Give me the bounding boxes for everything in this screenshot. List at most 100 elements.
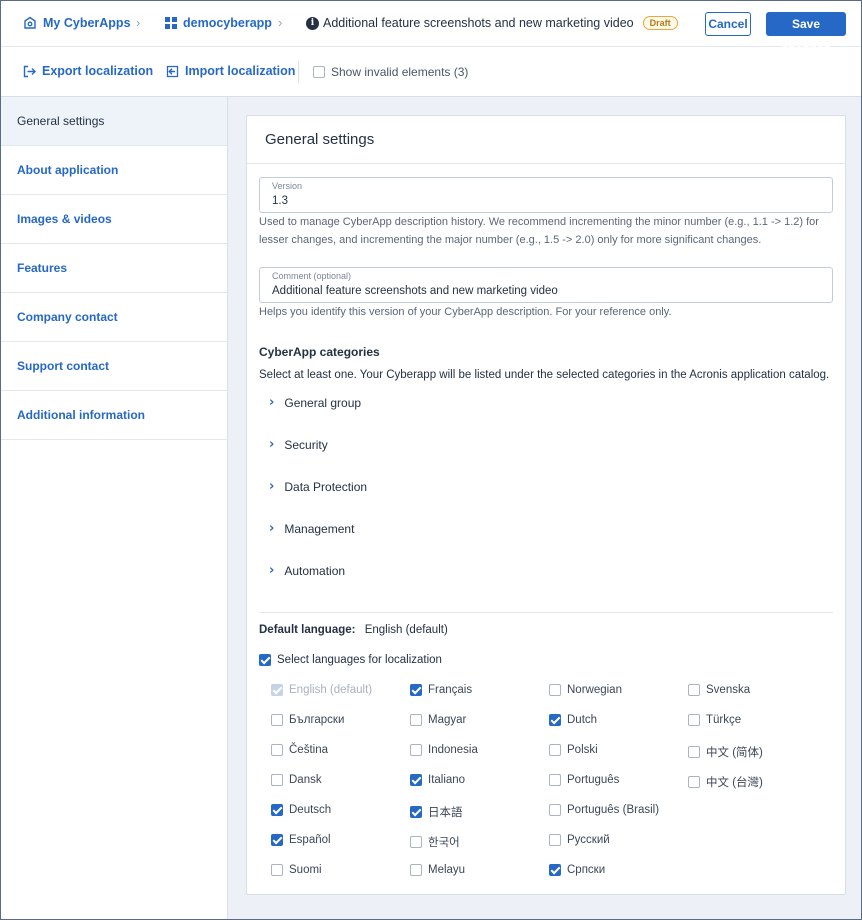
sidebar: General settings About application Image…: [1, 97, 228, 919]
cancel-button[interactable]: Cancel: [705, 12, 751, 36]
language-option-hungarian[interactable]: Magyar: [410, 714, 466, 726]
language-checkbox[interactable]: [410, 806, 422, 818]
language-checkbox[interactable]: [271, 714, 283, 726]
category-general-group[interactable]: › General group: [269, 395, 361, 410]
sidebar-item-company-contact[interactable]: Company contact: [1, 293, 227, 342]
language-option-dutch[interactable]: Dutch: [549, 714, 597, 726]
toolbar-divider: [298, 61, 299, 83]
import-localization-button[interactable]: Import localization: [166, 64, 295, 78]
language-option-italian[interactable]: Italiano: [410, 774, 465, 786]
grid-icon: [165, 17, 177, 29]
language-label: Melayu: [428, 864, 466, 876]
show-invalid-elements-toggle[interactable]: Show invalid elements (3): [313, 65, 468, 79]
language-option-czech[interactable]: Čeština: [271, 744, 328, 756]
language-checkbox[interactable]: [410, 684, 422, 696]
save-changes-button[interactable]: Save changes: [766, 12, 846, 55]
language-option-portuguese[interactable]: Português: [549, 774, 619, 786]
breadcrumb-my-cyberapps-label: My CyberApps: [43, 16, 131, 30]
language-label: Русский: [567, 834, 610, 846]
language-checkbox[interactable]: [271, 744, 283, 756]
language-checkbox[interactable]: [271, 834, 283, 846]
language-option-polish[interactable]: Polski: [549, 744, 598, 756]
language-checkbox[interactable]: [271, 864, 283, 876]
sidebar-item-additional-information[interactable]: Additional information: [1, 391, 227, 440]
toolbar: Export localization Import localization …: [1, 47, 861, 97]
language-option-korean[interactable]: 한국어: [410, 834, 460, 850]
comment-field[interactable]: Comment (optional) Additional feature sc…: [259, 267, 833, 303]
show-invalid-checkbox[interactable]: [313, 66, 325, 78]
sidebar-item-features[interactable]: Features: [1, 244, 227, 293]
version-field[interactable]: Version 1.3: [259, 177, 833, 213]
language-option-portuguese-brazil[interactable]: Português (Brasil): [549, 804, 659, 816]
language-option-chinese-simplified[interactable]: 中文 (简体): [688, 744, 763, 760]
language-label: Български: [289, 714, 345, 726]
language-option-malay[interactable]: Melayu: [410, 864, 465, 876]
category-management[interactable]: › Management: [269, 521, 354, 536]
language-option-russian[interactable]: Русский: [549, 834, 610, 846]
language-option-swedish[interactable]: Svenska: [688, 684, 750, 696]
language-option-english: English (default): [271, 684, 372, 696]
language-option-bulgarian[interactable]: Български: [271, 714, 344, 726]
categories-description: Select at least one. Your Cyberapp will …: [259, 369, 830, 381]
language-label: Türkçe: [706, 714, 742, 726]
select-languages-checkbox[interactable]: [259, 654, 271, 666]
category-label: Automation: [284, 563, 346, 578]
language-checkbox[interactable]: [410, 864, 422, 876]
select-languages-label: Select languages for localization: [277, 654, 442, 666]
sidebar-item-images-videos[interactable]: Images & videos: [1, 195, 227, 244]
language-checkbox[interactable]: [549, 774, 561, 786]
language-option-chinese-traditional[interactable]: 中文 (台灣): [688, 774, 763, 790]
apps-icon: [24, 16, 36, 29]
language-option-indonesian[interactable]: Indonesia: [410, 744, 478, 756]
export-localization-button[interactable]: Export localization: [23, 64, 153, 78]
language-option-japanese[interactable]: 日本語: [410, 804, 463, 820]
breadcrumb-my-cyberapps[interactable]: My CyberApps: [23, 16, 131, 30]
language-label: 日本語: [428, 807, 463, 819]
info-icon: i: [306, 16, 319, 30]
language-checkbox[interactable]: [410, 774, 422, 786]
sidebar-item-general-settings[interactable]: General settings: [1, 97, 227, 146]
language-checkbox[interactable]: [688, 776, 700, 788]
language-label: Português (Brasil): [567, 804, 660, 816]
language-checkbox[interactable]: [549, 684, 561, 696]
language-checkbox[interactable]: [410, 836, 422, 848]
page-title: General settings: [247, 116, 845, 164]
category-label: Management: [284, 521, 355, 536]
chevron-right-icon: ›: [269, 479, 275, 494]
language-label: English (default): [289, 684, 373, 696]
breadcrumb-separator: ›: [136, 15, 141, 30]
breadcrumb-democyberapp[interactable]: democyberapp: [164, 16, 272, 30]
language-checkbox[interactable]: [271, 804, 283, 816]
language-checkbox[interactable]: [410, 744, 422, 756]
language-option-danish[interactable]: Dansk: [271, 774, 322, 786]
language-checkbox[interactable]: [688, 746, 700, 758]
language-checkbox[interactable]: [688, 684, 700, 696]
language-checkbox[interactable]: [271, 774, 283, 786]
language-checkbox[interactable]: [688, 714, 700, 726]
chevron-right-icon: ›: [269, 521, 275, 536]
language-checkbox[interactable]: [410, 714, 422, 726]
language-checkbox[interactable]: [549, 744, 561, 756]
language-option-serbian[interactable]: Српски: [549, 864, 605, 876]
language-checkbox[interactable]: [549, 804, 561, 816]
language-option-spanish[interactable]: Español: [271, 834, 331, 846]
language-label: Español: [289, 834, 331, 846]
language-checkbox[interactable]: [549, 714, 561, 726]
language-label: 한국어: [428, 837, 460, 849]
language-checkbox[interactable]: [549, 864, 561, 876]
sidebar-item-support-contact[interactable]: Support contact: [1, 342, 227, 391]
category-automation[interactable]: › Automation: [269, 563, 345, 578]
sidebar-item-about-application[interactable]: About application: [1, 146, 227, 195]
language-checkbox[interactable]: [549, 834, 561, 846]
language-checkbox: [271, 684, 283, 696]
language-option-finnish[interactable]: Suomi: [271, 864, 322, 876]
breadcrumb-separator: ›: [278, 15, 283, 30]
category-security[interactable]: › Security: [269, 437, 328, 452]
category-data-protection[interactable]: › Data Protection: [269, 479, 367, 494]
language-option-french[interactable]: Français: [410, 684, 472, 696]
default-language-value: English (default): [364, 624, 448, 636]
select-languages-toggle[interactable]: Select languages for localization: [259, 654, 442, 666]
language-option-turkish[interactable]: Türkçe: [688, 714, 741, 726]
language-option-norwegian[interactable]: Norwegian: [549, 684, 622, 696]
language-option-german[interactable]: Deutsch: [271, 804, 331, 816]
